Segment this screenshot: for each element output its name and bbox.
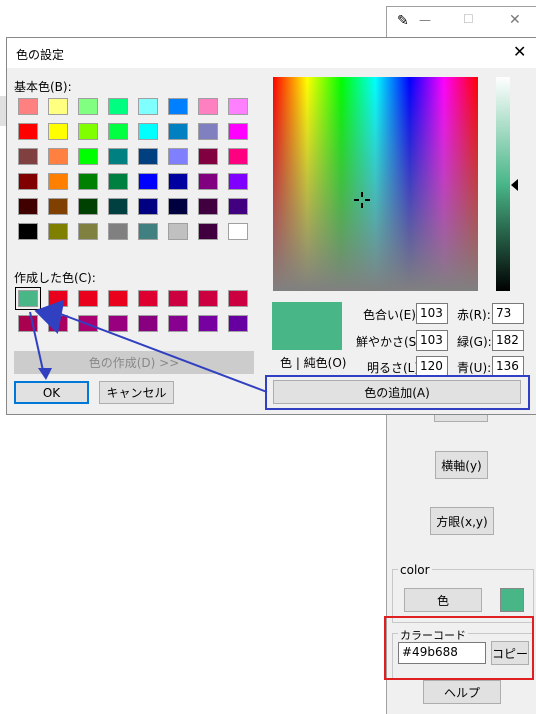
annotation-arrows <box>29 299 268 393</box>
